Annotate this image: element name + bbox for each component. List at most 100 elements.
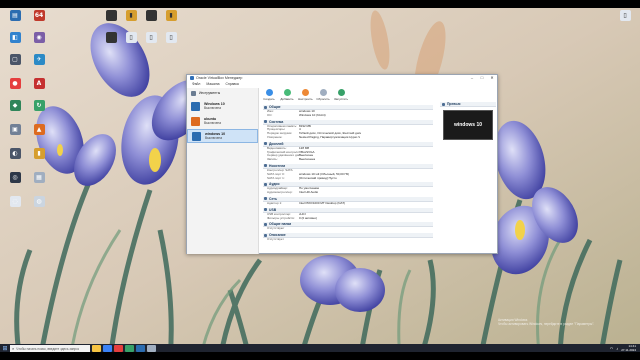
preview-panel: Превью windows 10 (440, 102, 496, 146)
desktop-file-icon[interactable]: ▯ (160, 32, 182, 43)
detail-value: [Оптический привод] Пусто (299, 176, 337, 180)
desktop-app-icon: ◍ (33, 196, 45, 207)
menu-file[interactable]: Файл (192, 82, 200, 86)
desktop-app-icon: ↻ (33, 100, 45, 111)
desktop-file-icon[interactable]: ▮ (100, 10, 122, 21)
section-icon (264, 222, 267, 226)
desktop-icon[interactable]: ◎ (4, 172, 26, 183)
detail-row: SATA порт 1: [Оптический привод] Пусто (263, 177, 433, 181)
desktop-app-icon: ◧ (9, 32, 21, 43)
toolbar-icon (337, 89, 345, 96)
monitor-icon (442, 102, 445, 106)
file-icon: ▮ (165, 10, 177, 21)
toolbar-button[interactable]: Настроить (298, 88, 313, 101)
tools-label: Инструменты (199, 91, 221, 95)
desktop-file-icon[interactable]: ▯ (140, 32, 162, 43)
detail-value: Выключена (299, 158, 315, 162)
taskbar-app-icon[interactable] (92, 345, 101, 352)
letterbox-bottom (0, 352, 640, 360)
section-title: Аудио (269, 182, 280, 187)
desktop-app-icon: ◐ (9, 148, 21, 159)
detail-key: Ускорение: (267, 135, 283, 139)
desktop-icon[interactable]: ▣ (4, 124, 26, 135)
taskbar-app-icon[interactable] (136, 345, 145, 352)
taskbar-search[interactable]: ⌕ Чтобы начать поиск, введите здесь запр… (10, 345, 90, 352)
desktop-icon[interactable]: 64 (28, 10, 50, 21)
desktop-app-icon: ▢ (9, 54, 21, 65)
desktop-file-icon[interactable]: ▮ (160, 10, 182, 21)
clock[interactable]: 14:41 27.11.2024 (621, 344, 636, 352)
desktop-icon[interactable]: ▮ (28, 148, 50, 159)
desktop-icon[interactable]: ◐ (4, 148, 26, 159)
vm-sidebar: Инструменты Windows 10 Выключена ubuntu Вык… (187, 88, 259, 254)
toolbar-button[interactable]: Создать (262, 88, 276, 101)
vm-state: Выключена (205, 136, 222, 140)
taskbar-app-icon[interactable] (125, 345, 134, 352)
detail-row: Отсутствуют (263, 227, 433, 231)
taskbar-app-icon[interactable] (114, 345, 123, 352)
taskbar-app-icon[interactable] (147, 345, 156, 352)
toolbar-button[interactable]: Сбросить (316, 88, 330, 101)
activation-text: Чтобы активировать Windows, перейдите в … (498, 322, 595, 326)
desktop-icon[interactable]: ▢ (4, 54, 26, 65)
detail-row: Адаптер 1: Intel PRO/1000 MT Desktop (NAT… (263, 202, 433, 206)
details-section: Общие Имя: windows 10 ОС: Windows 10 (64-bit… (263, 105, 433, 118)
section-title: Система (269, 119, 284, 124)
file-icon: ▯ (619, 10, 631, 21)
desktop-file-icon[interactable]: ▮ (140, 10, 162, 21)
desktop-file-icon[interactable]: ▮ (100, 32, 122, 43)
volume-icon[interactable]: ♪ (616, 346, 618, 351)
window-title: Oracle VirtualBox Менеджер (196, 76, 243, 80)
minimize-button[interactable]: – (467, 75, 477, 81)
section-title: Описание (269, 233, 286, 238)
desktop-icon[interactable]: ◍ (28, 196, 50, 207)
desktop-icon[interactable]: ◌ (4, 196, 26, 207)
details-section: Аудио Аудиодрайвер: По умолчанию Аудиоконтр… (263, 182, 433, 195)
section-title: Общие (269, 105, 281, 109)
section-icon (264, 233, 267, 237)
desktop-icon[interactable]: ◧ (4, 32, 26, 43)
desktop-icon[interactable]: ▲ (28, 124, 50, 135)
vm-list-item[interactable]: Windows 10 Выключена (187, 99, 258, 113)
section-title: USB (269, 207, 277, 212)
vm-list-item[interactable]: windows 10 Выключена (187, 129, 258, 143)
desktop-app-icon: ● (9, 78, 21, 89)
network-icon[interactable]: ◠ (610, 346, 614, 351)
desktop-icon[interactable]: ▦ (28, 172, 50, 183)
detail-row: Аудиоконтроллер: Intel HD Audio (263, 191, 433, 195)
detail-value: Windows 10 (64-bit) (299, 113, 326, 117)
toolbar-icon (319, 89, 327, 96)
desktop-app-icon: ▤ (9, 10, 21, 21)
desktop-app-icon: ◆ (9, 100, 21, 111)
tools-item[interactable]: Инструменты (187, 88, 258, 98)
menu-machine[interactable]: Машина (206, 82, 219, 86)
toolbar-label: Добавить (280, 97, 294, 101)
desktop-icon[interactable]: ◉ (28, 32, 50, 43)
virtualbox-window: Oracle VirtualBox Менеджер – □ ✕ Файл Ма… (186, 74, 498, 254)
desktop-icon[interactable]: ● (4, 78, 26, 89)
taskbar-app-icon[interactable] (103, 345, 112, 352)
desktop-file-icon[interactable]: ▯ (614, 10, 636, 21)
detail-row: ОС: Windows 10 (64-bit) (263, 114, 433, 118)
desktop-icon[interactable]: ✈ (28, 54, 50, 65)
details-section: Общие папки Отсутствуют (263, 222, 433, 231)
desktop-app-icon: ▮ (33, 148, 45, 159)
os-icon (192, 131, 201, 141)
menu-help[interactable]: Справка (225, 82, 238, 86)
vm-list-item[interactable]: ubuntu Выключена (187, 114, 258, 128)
maximize-button[interactable]: □ (477, 75, 487, 81)
desktop-file-icon[interactable]: ▮ (120, 10, 142, 21)
details-section: Описание Отсутствует (263, 233, 433, 242)
desktop-icon[interactable]: A (28, 78, 50, 89)
detail-value: Nested Paging, Паравиртуализация Hyper-V (299, 135, 361, 139)
desktop-icon[interactable]: ◆ (4, 100, 26, 111)
toolbar-button[interactable]: Запустить (334, 88, 348, 101)
file-icon: ▮ (105, 10, 117, 21)
virtualbox-icon (190, 76, 194, 80)
preview-screen: windows 10 (443, 110, 493, 140)
toolbar-button[interactable]: Добавить (280, 88, 294, 101)
close-button[interactable]: ✕ (487, 75, 497, 81)
desktop-file-icon[interactable]: ▯ (120, 32, 142, 43)
desktop-icon[interactable]: ▤ (4, 10, 26, 21)
desktop-icon[interactable]: ↻ (28, 100, 50, 111)
